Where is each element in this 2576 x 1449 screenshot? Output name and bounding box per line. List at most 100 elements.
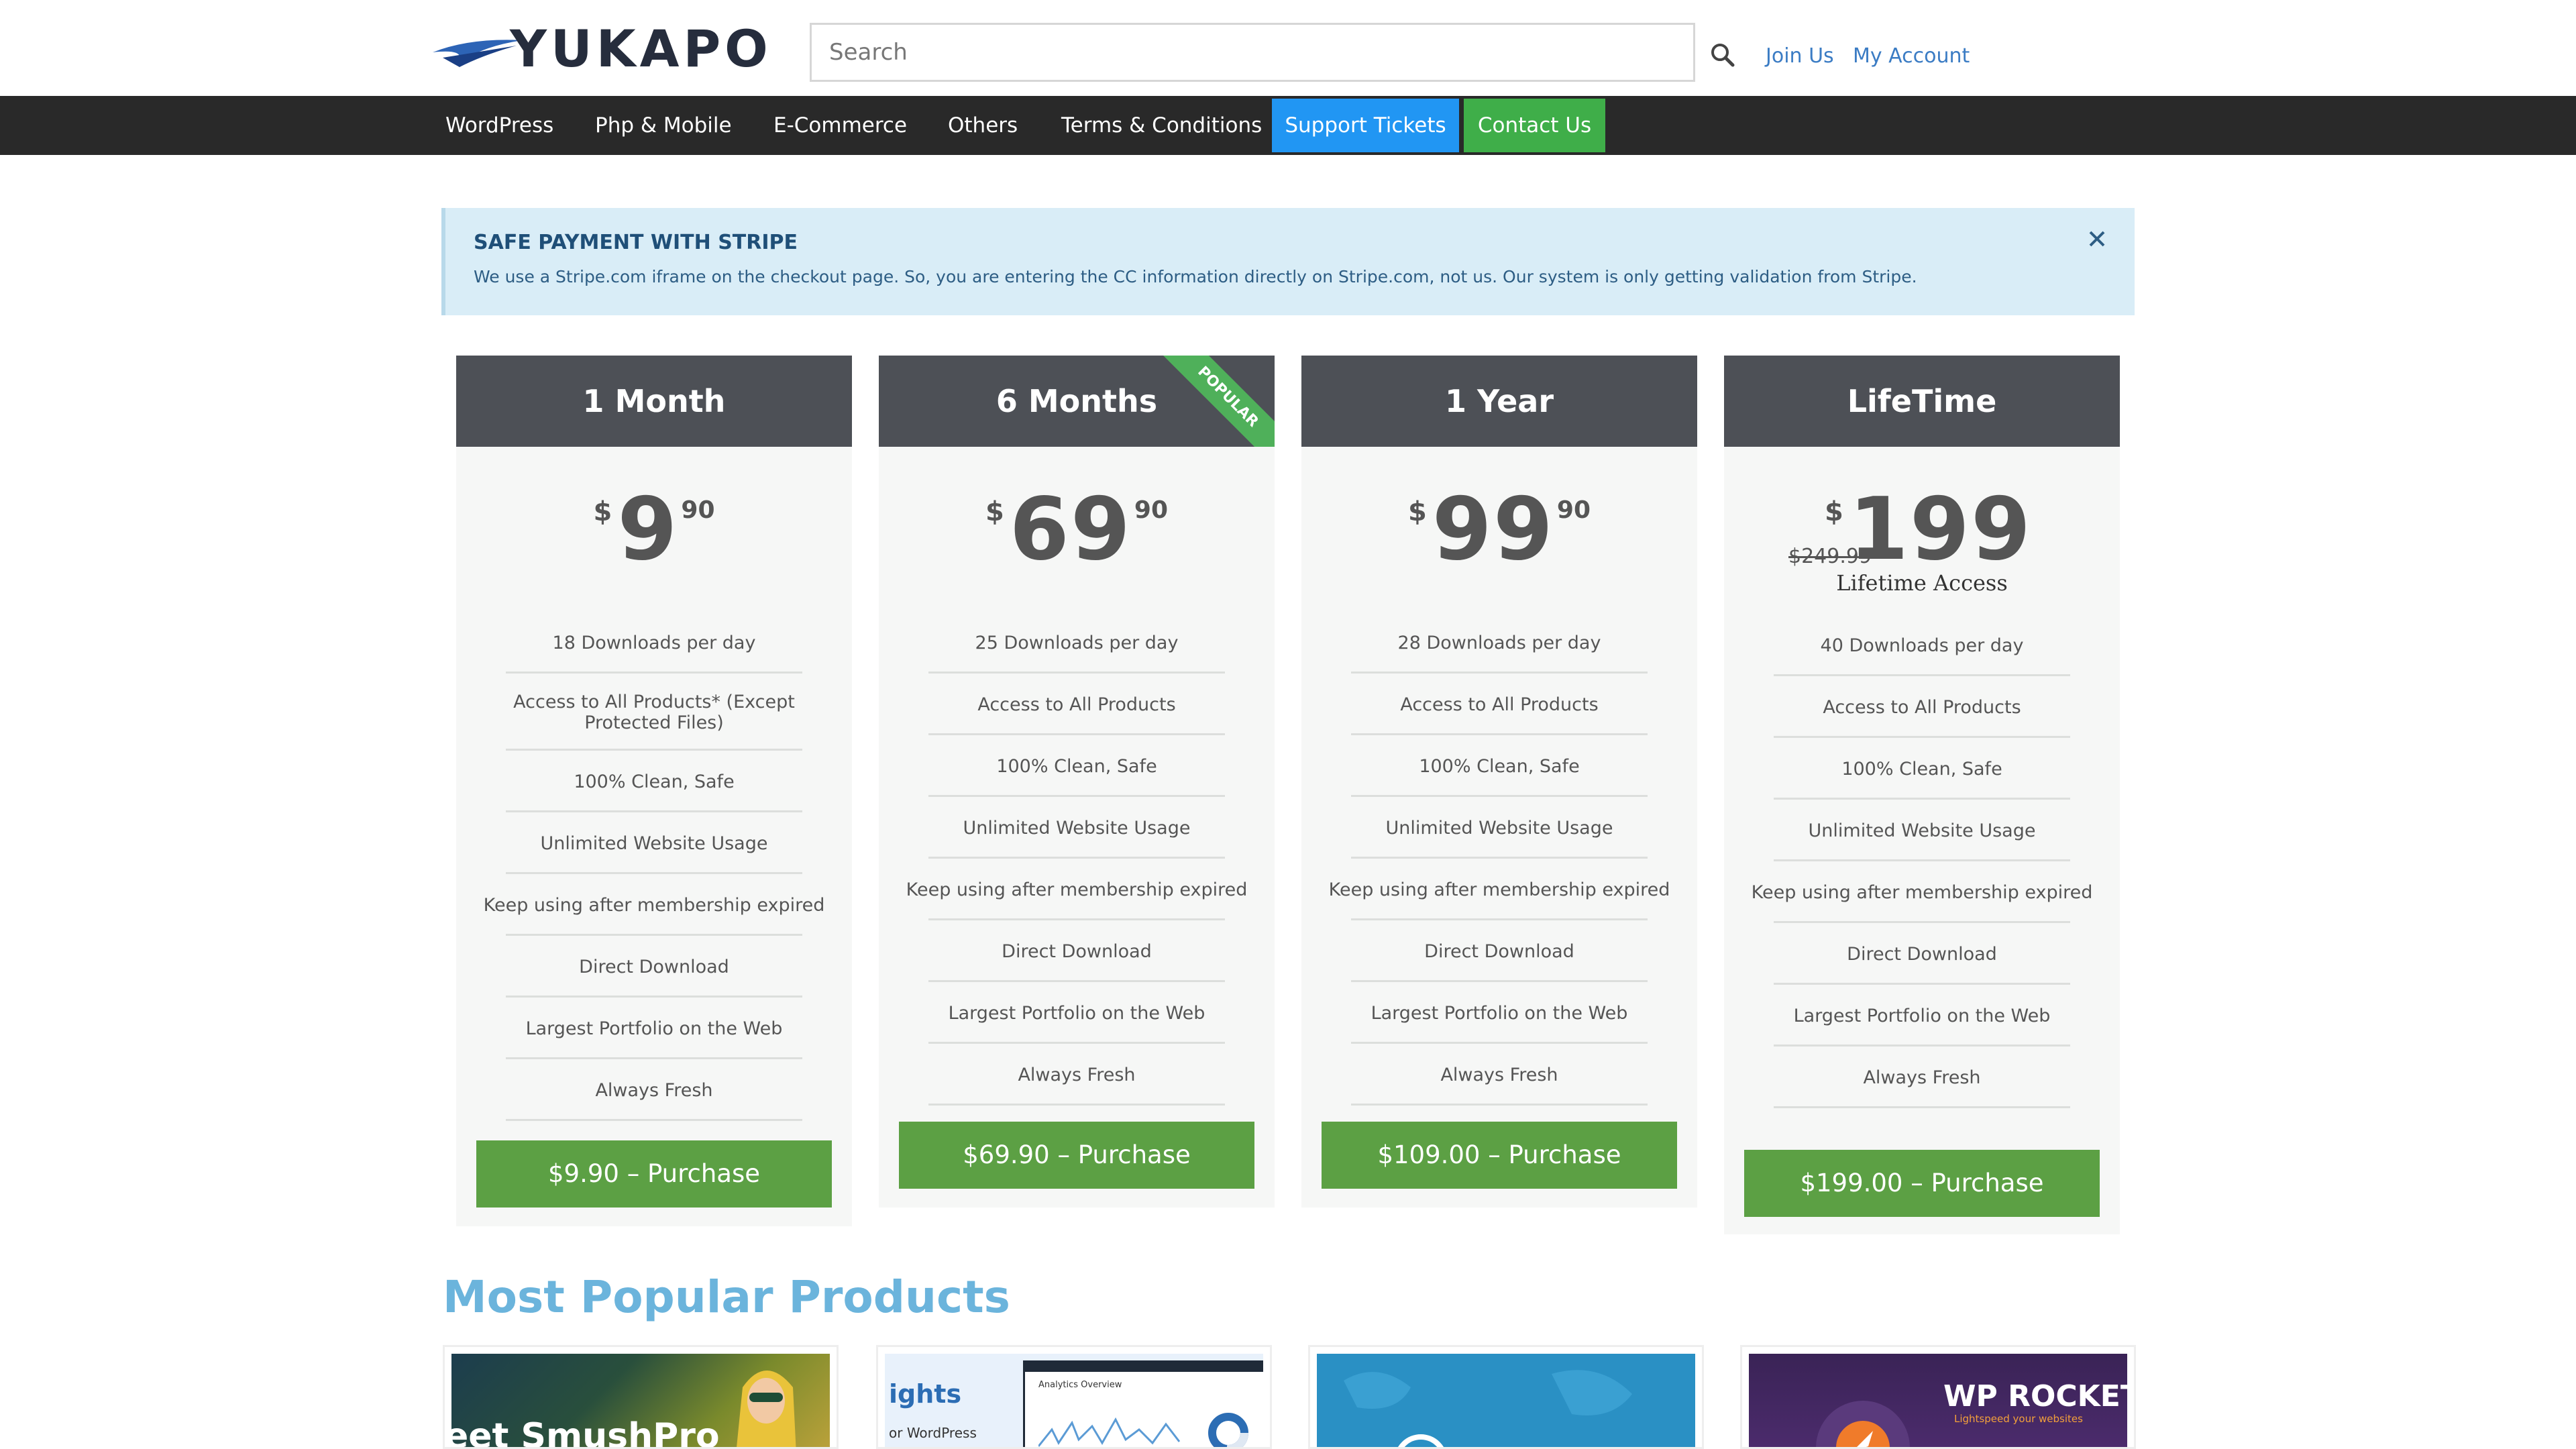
product-thumb-sub: Lightspeed your websites bbox=[1954, 1413, 2083, 1425]
feature-item: Largest Portfolio on the Web bbox=[456, 998, 852, 1059]
feature-item: Access to All Products bbox=[1724, 676, 2120, 738]
feature-item: 18 Downloads per day bbox=[456, 612, 852, 674]
feature-item: 100% Clean, Safe bbox=[1301, 735, 1697, 797]
feature-item: Largest Portfolio on the Web bbox=[879, 982, 1275, 1044]
popular-ribbon: POPULAR bbox=[1155, 356, 1275, 447]
donut-chart-icon bbox=[1208, 1413, 1248, 1447]
plan-price: $ 69 90 bbox=[879, 487, 1275, 574]
feature-item: Unlimited Website Usage bbox=[456, 812, 852, 874]
feature-item: Direct Download bbox=[1724, 923, 2120, 985]
product-thumb-sub: or WordPress bbox=[889, 1425, 977, 1441]
feature-item: Direct Download bbox=[456, 936, 852, 998]
my-account-link[interactable]: My Account bbox=[1853, 44, 1970, 68]
section-title: Most Popular Products bbox=[443, 1271, 1010, 1323]
plan-title: 1 Month bbox=[456, 356, 852, 447]
product-thumbnail bbox=[1317, 1354, 1695, 1447]
plan-card-1-year: 1 Year $ 99 90 28 Downloads per day Acce… bbox=[1301, 356, 1697, 1208]
feature-list: 28 Downloads per day Access to All Produ… bbox=[1301, 612, 1697, 1106]
price-cents: 90 bbox=[681, 496, 715, 524]
product-thumb-text: WP ROCKET bbox=[1943, 1379, 2127, 1413]
plan-card-lifetime: LifeTime $249.99 $ 199 Lifetime Access 4… bbox=[1724, 356, 2120, 1234]
product-thumbnail: WP ROCKET Lightspeed your websites bbox=[1749, 1354, 2127, 1447]
plan-title: 6 Months POPULAR bbox=[879, 356, 1275, 447]
feature-item: Always Fresh bbox=[1724, 1046, 2120, 1108]
feature-item: Keep using after membership expired bbox=[456, 874, 852, 936]
price-amount: 9 bbox=[617, 480, 679, 580]
feature-item: Largest Portfolio on the Web bbox=[1724, 985, 2120, 1046]
dashboard-preview: Analytics Overview bbox=[1023, 1360, 1263, 1447]
contact-us-button[interactable]: Contact Us bbox=[1464, 99, 1605, 152]
purchase-button[interactable]: $9.90 – Purchase bbox=[476, 1140, 832, 1208]
support-tickets-button[interactable]: Support Tickets bbox=[1272, 99, 1459, 152]
feature-item: 100% Clean, Safe bbox=[879, 735, 1275, 797]
stripe-alert: SAFE PAYMENT WITH STRIPE We use a Stripe… bbox=[441, 208, 2135, 315]
plan-title-text: 6 Months bbox=[996, 383, 1158, 419]
nav-item-php-mobile[interactable]: Php & Mobile bbox=[595, 96, 732, 155]
lifetime-access-label: Lifetime Access bbox=[1836, 570, 2008, 596]
search-box bbox=[810, 23, 1695, 82]
product-card-globe[interactable] bbox=[1308, 1345, 1704, 1449]
price-amount: 99 bbox=[1432, 480, 1554, 580]
alert-text: We use a Stripe.com iframe on the checko… bbox=[474, 267, 1917, 286]
feature-item: Direct Download bbox=[879, 920, 1275, 982]
nav-item-terms[interactable]: Terms & Conditions bbox=[1061, 96, 1262, 155]
close-icon[interactable] bbox=[2085, 227, 2109, 251]
purchase-button[interactable]: $109.00 – Purchase bbox=[1322, 1122, 1677, 1189]
product-thumb-text: ights bbox=[889, 1379, 962, 1409]
site-header: YUKAPO Join Us My Account bbox=[0, 0, 2576, 96]
feature-list: 25 Downloads per day Access to All Produ… bbox=[879, 612, 1275, 1106]
price-cents: 90 bbox=[1556, 496, 1591, 524]
plan-card-1-month: 1 Month $ 9 90 18 Downloads per day Acce… bbox=[456, 356, 852, 1226]
product-card-wp-rocket[interactable]: WP ROCKET Lightspeed your websites bbox=[1740, 1345, 2136, 1449]
feature-list: 40 Downloads per day Access to All Produ… bbox=[1724, 614, 2120, 1108]
search-icon[interactable] bbox=[1709, 42, 1736, 68]
world-map-icon bbox=[1344, 1370, 1632, 1447]
product-card-smushpro[interactable]: eet SmushPro bbox=[443, 1345, 839, 1449]
nav-item-ecommerce[interactable]: E-Commerce bbox=[773, 96, 907, 155]
feature-item: Unlimited Website Usage bbox=[879, 797, 1275, 859]
feature-item: Access to All Products bbox=[1301, 674, 1697, 735]
purchase-button[interactable]: $199.00 – Purchase bbox=[1744, 1150, 2100, 1217]
product-card-insights[interactable]: ights or WordPress Analytics Overview bbox=[876, 1345, 1272, 1449]
feature-item: Access to All Products bbox=[879, 674, 1275, 735]
feature-item: Always Fresh bbox=[1301, 1044, 1697, 1106]
feature-item: 100% Clean, Safe bbox=[1724, 738, 2120, 800]
feature-item: 25 Downloads per day bbox=[879, 612, 1275, 674]
feature-item: 40 Downloads per day bbox=[1724, 614, 2120, 676]
feature-item: Largest Portfolio on the Web bbox=[1301, 982, 1697, 1044]
feature-item: Unlimited Website Usage bbox=[1724, 800, 2120, 861]
product-thumb-text: eet SmushPro bbox=[451, 1416, 720, 1447]
plan-price: $ 9 90 bbox=[456, 487, 852, 574]
price-currency: $ bbox=[1825, 496, 1843, 527]
price-currency: $ bbox=[985, 496, 1004, 527]
main-nav: WordPress Php & Mobile E-Commerce Others… bbox=[0, 96, 2576, 155]
feature-item: Unlimited Website Usage bbox=[1301, 797, 1697, 859]
feature-item: Keep using after membership expired bbox=[1301, 859, 1697, 920]
search-input[interactable] bbox=[812, 25, 1693, 80]
line-chart-icon bbox=[1038, 1417, 1181, 1447]
product-thumbnail: eet SmushPro bbox=[451, 1354, 830, 1447]
feature-item: Keep using after membership expired bbox=[879, 859, 1275, 920]
dashboard-title: Analytics Overview bbox=[1038, 1380, 1122, 1390]
nav-item-others[interactable]: Others bbox=[948, 96, 1018, 155]
alert-title: SAFE PAYMENT WITH STRIPE bbox=[474, 231, 798, 254]
price-currency: $ bbox=[593, 496, 612, 527]
logo-text: YUKAPO bbox=[510, 19, 772, 78]
price-amount: 199 bbox=[1848, 480, 2033, 580]
purchase-button[interactable]: $69.90 – Purchase bbox=[899, 1122, 1254, 1189]
plan-title: 1 Year bbox=[1301, 356, 1697, 447]
superhero-illustration-icon bbox=[737, 1371, 796, 1447]
join-us-link[interactable]: Join Us bbox=[1766, 44, 1834, 68]
plan-title: LifeTime bbox=[1724, 356, 2120, 447]
plan-card-6-months: 6 Months POPULAR $ 69 90 25 Downloads pe… bbox=[879, 356, 1275, 1208]
feature-item: Direct Download bbox=[1301, 920, 1697, 982]
feature-item: Always Fresh bbox=[879, 1044, 1275, 1106]
plan-price: $ 199 bbox=[1825, 487, 2032, 574]
price-currency: $ bbox=[1407, 496, 1427, 527]
feature-item: Access to All Products* (Except Protecte… bbox=[456, 674, 852, 751]
nav-item-wordpress[interactable]: WordPress bbox=[445, 96, 553, 155]
feature-item: Keep using after membership expired bbox=[1724, 861, 2120, 923]
feature-list: 18 Downloads per day Access to All Produ… bbox=[456, 612, 852, 1121]
rocket-icon bbox=[1816, 1401, 1910, 1447]
site-logo[interactable]: YUKAPO bbox=[429, 19, 795, 78]
